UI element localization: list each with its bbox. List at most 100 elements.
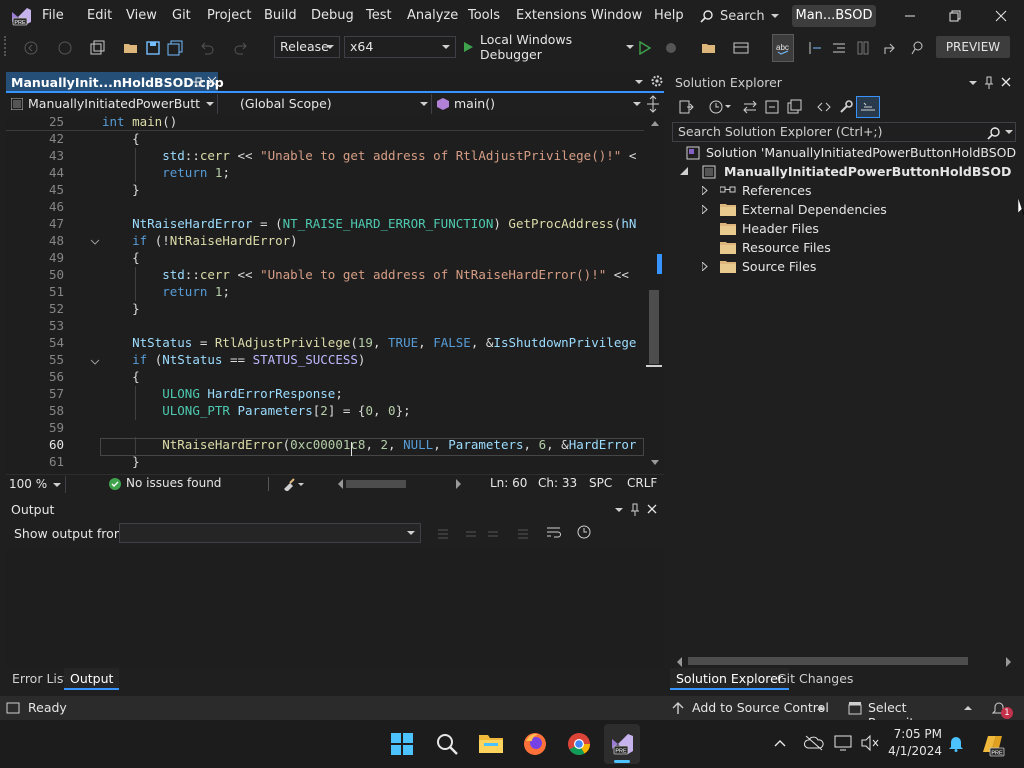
collapse-icon[interactable] <box>90 358 100 366</box>
attach-process-icon[interactable] <box>660 34 682 62</box>
tab-git-changes[interactable]: Git Changes <box>771 668 859 690</box>
solution-node[interactable]: Solution 'ManuallyInitiatedPowerButtonHo… <box>686 143 1016 162</box>
chrome-icon[interactable] <box>566 731 592 757</box>
browse-folder-icon[interactable] <box>698 34 720 62</box>
line-number-status[interactable]: Ln: 60 <box>490 476 527 490</box>
whitespace-status[interactable]: SPC <box>589 476 612 490</box>
pin-icon[interactable] <box>192 75 204 89</box>
forward-icon[interactable] <box>54 34 76 62</box>
search-icon[interactable] <box>435 732 459 756</box>
new-project-icon[interactable] <box>86 34 108 62</box>
breakpoint-icon[interactable] <box>804 34 826 62</box>
start-without-debugging-icon[interactable] <box>634 34 656 62</box>
tree-item-external-dependencies[interactable]: External Dependencies <box>678 200 1008 219</box>
menu-item-test[interactable]: Test <box>360 0 398 32</box>
clock[interactable]: 7:05 PM 4/1/2024 <box>886 726 942 762</box>
expanded-arrow-icon[interactable] <box>680 167 688 175</box>
history-icon[interactable] <box>708 99 732 115</box>
scrollbar-thumb[interactable] <box>649 290 659 364</box>
undo-icon[interactable] <box>196 34 218 62</box>
window-menu-dropdown-icon[interactable] <box>968 79 978 87</box>
horizontal-scrollbar-thumb[interactable] <box>346 480 406 488</box>
window-menu-dropdown-icon[interactable] <box>614 506 624 514</box>
menu-item-extensions[interactable]: Extensions <box>510 0 593 32</box>
save-all-icon[interactable] <box>164 34 186 62</box>
output-text-area[interactable] <box>6 548 664 666</box>
cloud-icon[interactable] <box>804 734 824 752</box>
prev-message-icon[interactable] <box>464 526 478 540</box>
minimize-button[interactable] <box>902 8 918 24</box>
solution-name-badge[interactable]: Man...BSOD <box>792 5 876 27</box>
menu-item-edit[interactable]: Edit <box>81 0 118 32</box>
pin-icon[interactable] <box>984 76 994 90</box>
solution-configuration-dropdown[interactable]: Release <box>274 36 340 58</box>
menu-item-window[interactable]: Window <box>585 0 648 32</box>
scrollbar-thumb[interactable] <box>688 657 968 665</box>
scroll-right-icon[interactable] <box>1006 657 1012 667</box>
close-icon[interactable] <box>1001 77 1011 87</box>
line-ending-status[interactable]: CRLF <box>627 476 657 490</box>
scroll-right-icon[interactable] <box>456 479 462 489</box>
menu-item-debug[interactable]: Debug <box>305 0 360 32</box>
close-tab-icon[interactable] <box>207 76 217 86</box>
volume-muted-icon[interactable] <box>860 734 880 752</box>
column-status[interactable]: Ch: 33 <box>538 476 577 490</box>
preview-selected-items-button[interactable] <box>856 96 880 118</box>
zoom-dropdown[interactable]: 100 % <box>6 476 66 493</box>
select-repository-button[interactable]: Select Repository <box>846 696 976 730</box>
menu-item-build[interactable]: Build <box>258 0 303 32</box>
tree-item-source-files[interactable]: Source Files <box>678 257 1008 276</box>
toolbar-grip[interactable] <box>4 36 10 56</box>
menu-item-file[interactable]: File <box>36 0 70 32</box>
preview-badge[interactable]: PREVIEW <box>936 36 1010 58</box>
scroll-left-icon[interactable] <box>676 657 682 667</box>
gear-icon[interactable] <box>650 74 664 88</box>
pin-icon[interactable] <box>630 503 640 517</box>
function-nav-dropdown[interactable]: main() <box>434 94 644 114</box>
project-node[interactable]: ManuallyInitiatedPowerButtonHoldBSOD <box>678 162 1018 181</box>
share-icon[interactable] <box>880 34 902 62</box>
code-view-icon[interactable] <box>816 99 832 115</box>
tree-item-resource-files[interactable]: Resource Files <box>678 238 1008 257</box>
vertical-scrollbar[interactable] <box>646 114 662 474</box>
solution-platform-dropdown[interactable]: x64 <box>344 36 456 58</box>
word-wrap-icon[interactable] <box>546 525 562 539</box>
menu-item-help[interactable]: Help <box>648 0 690 32</box>
feedback-icon[interactable] <box>906 34 928 62</box>
clock-icon[interactable] <box>577 525 591 539</box>
notifications-button[interactable]: 1 <box>990 698 1014 719</box>
sync-with-document-icon[interactable] <box>678 99 694 115</box>
expand-arrow-icon[interactable] <box>702 262 708 271</box>
split-editor-icon[interactable] <box>646 95 660 113</box>
spell-check-icon[interactable]: abc <box>772 34 794 62</box>
switch-views-icon[interactable] <box>742 99 758 115</box>
scroll-left-icon[interactable] <box>337 479 343 489</box>
windows-start-icon[interactable] <box>390 732 414 756</box>
clear-all-icon[interactable] <box>516 526 530 540</box>
expand-arrow-icon[interactable] <box>702 186 708 195</box>
save-icon[interactable] <box>142 34 164 62</box>
close-icon[interactable] <box>647 504 657 514</box>
file-explorer-icon[interactable] <box>478 732 504 756</box>
redo-icon[interactable] <box>230 34 252 62</box>
restore-button[interactable] <box>947 8 963 24</box>
solution-horizontal-scrollbar[interactable] <box>676 655 1018 667</box>
indent-icon[interactable] <box>828 34 850 62</box>
start-debugging-button[interactable]: Local Windows Debugger <box>462 32 634 62</box>
properties-wrench-icon[interactable] <box>838 99 854 115</box>
tree-item-header-files[interactable]: Header Files <box>678 219 1008 238</box>
close-window-button[interactable] <box>993 8 1009 24</box>
menu-item-view[interactable]: View <box>120 0 163 32</box>
scroll-down-icon[interactable] <box>651 460 659 466</box>
firefox-icon[interactable] <box>522 731 548 757</box>
scroll-up-icon[interactable] <box>651 120 659 126</box>
bookmark-icon[interactable] <box>852 34 874 62</box>
visual-studio-taskbar-button[interactable]: PRE <box>604 724 640 764</box>
copilot-icon[interactable]: PRE <box>980 732 1006 758</box>
menu-item-git[interactable]: Git <box>166 0 197 32</box>
search-button[interactable]: Search <box>700 6 782 26</box>
open-folder-icon[interactable] <box>120 34 142 62</box>
issues-status[interactable]: No issues found <box>126 476 221 490</box>
output-source-dropdown[interactable] <box>119 523 421 543</box>
show-all-files-icon[interactable] <box>786 99 802 115</box>
